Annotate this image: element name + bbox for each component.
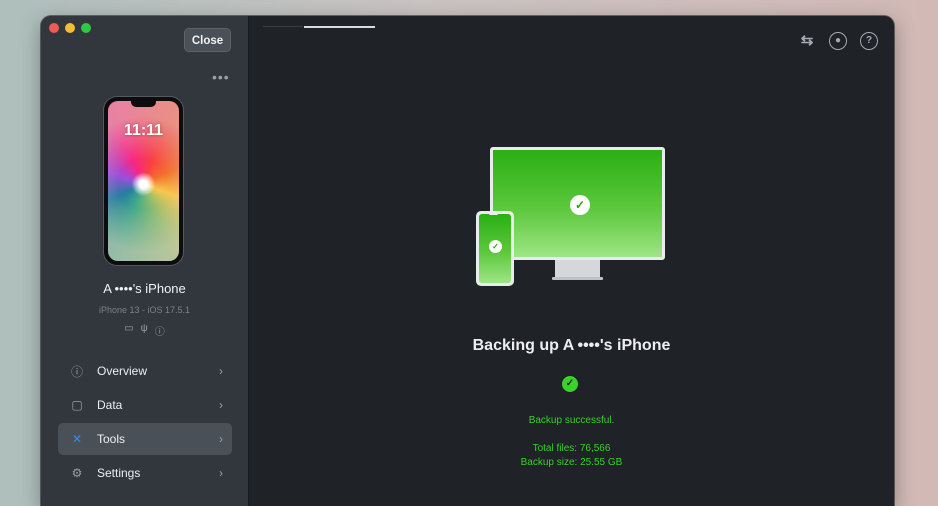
backup-status: Backup successful.	[528, 415, 615, 426]
total-files: Total files: 76,566	[532, 443, 611, 454]
account-icon[interactable]: ●	[829, 32, 847, 50]
chevron-right-icon: ›	[219, 432, 223, 446]
backup-size: Backup size: 25.55 GB	[520, 457, 623, 468]
phone-illustration-notch	[489, 213, 498, 215]
info-icon: ⓘ	[70, 364, 83, 379]
tools-icon: ✕	[71, 432, 83, 446]
square-icon: ▢	[71, 398, 83, 412]
main-content: ⇆ ● ? ✓ ✓ Backing up A ••••'s iPhone ✓ B…	[249, 16, 894, 506]
computer-illustration: ✓	[490, 147, 665, 260]
sidebar-nav: ⓘ Overview › ▢ Data › ✕ Tools › ⚙ Settin…	[58, 355, 232, 491]
chevron-right-icon: ›	[219, 364, 223, 378]
sidebar-item-settings[interactable]: ⚙ Settings ›	[58, 457, 232, 489]
check-icon: ✓	[489, 240, 502, 253]
sidebar-item-label: Data	[97, 398, 123, 412]
sidebar-item-label: Tools	[97, 432, 126, 446]
sidebar-item-data[interactable]: ▢ Data ›	[58, 389, 232, 421]
device-image: 11:11	[104, 97, 183, 265]
battery-icon: ▭	[124, 323, 134, 334]
transfer-icon[interactable]: ⇆	[798, 32, 816, 50]
monitor-stand-base	[552, 277, 603, 280]
chevron-right-icon: ›	[219, 398, 223, 412]
close-window-icon[interactable]	[49, 23, 59, 33]
close-button[interactable]: Close	[184, 28, 231, 52]
phone-illustration: ✓	[476, 211, 514, 286]
usb-icon: ψ	[140, 323, 148, 334]
info-icon[interactable]: ⓘ	[155, 323, 165, 338]
sidebar-item-label: Overview	[97, 364, 148, 378]
chevron-right-icon: ›	[219, 466, 223, 480]
sidebar-item-overview[interactable]: ⓘ Overview ›	[58, 355, 232, 387]
help-icon[interactable]: ?	[860, 32, 878, 50]
zoom-window-icon[interactable]	[81, 23, 91, 33]
window-controls	[49, 23, 91, 33]
gear-icon: ⚙	[71, 466, 83, 480]
phone-lockscreen-time: 11:11	[123, 122, 164, 139]
backup-title: Backing up A ••••'s iPhone	[472, 337, 671, 354]
success-check-icon: ✓	[562, 376, 578, 392]
monitor-stand	[555, 260, 600, 277]
phone-illustration-screen: ✓	[479, 214, 511, 283]
app-window: Close ••• 11:11 A ••••'s iPhone iPhone 1…	[41, 16, 894, 506]
more-icon[interactable]: •••	[212, 70, 230, 84]
toolbar-icons: ⇆ ● ?	[798, 32, 878, 50]
sidebar: Close ••• 11:11 A ••••'s iPhone iPhone 1…	[41, 16, 249, 506]
minimize-window-icon[interactable]	[65, 23, 75, 33]
sidebar-item-tools[interactable]: ✕ Tools ›	[58, 423, 232, 455]
device-name: A ••••'s iPhone	[103, 281, 186, 296]
sidebar-item-label: Settings	[97, 466, 141, 480]
phone-notch	[131, 101, 156, 107]
check-icon: ✓	[570, 195, 590, 215]
tab-indicator-inactive	[263, 26, 303, 27]
device-model-info: iPhone 13 - iOS 17.5.1	[98, 305, 191, 315]
tab-indicator-active[interactable]	[304, 26, 375, 28]
device-status-icons: ▭ ψ ⓘ	[41, 323, 248, 338]
monitor-screen: ✓	[493, 150, 662, 257]
